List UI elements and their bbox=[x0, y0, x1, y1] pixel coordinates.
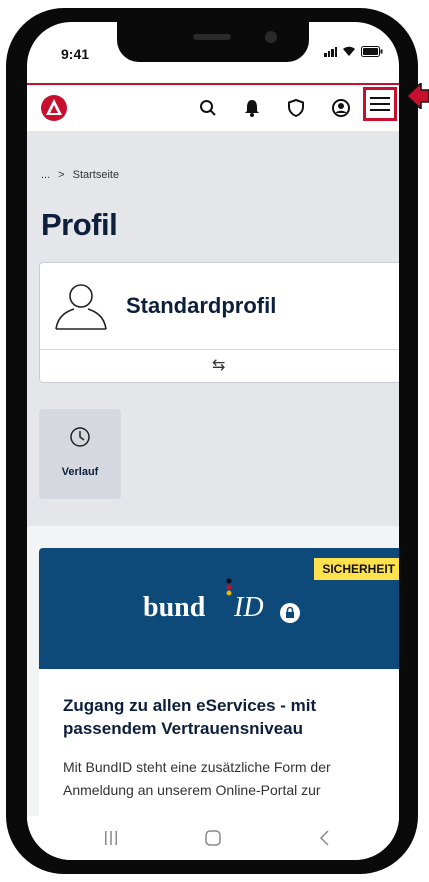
recent-apps-icon[interactable] bbox=[103, 830, 119, 846]
user-outline-icon bbox=[55, 284, 107, 330]
top-navigation bbox=[27, 85, 399, 131]
lock-icon bbox=[280, 603, 300, 623]
breadcrumb: ... > Startseite bbox=[41, 169, 119, 181]
phone-frame: 9:41 ... > Startseite Profil Standardpro… bbox=[6, 8, 418, 874]
switch-profile-button[interactable]: ⇆ bbox=[212, 355, 225, 375]
battery-icon bbox=[361, 46, 383, 57]
bundid-logo-id: ID bbox=[234, 592, 264, 623]
history-label: Verlauf bbox=[61, 466, 99, 478]
status-time: 9:41 bbox=[61, 46, 90, 62]
card-heading: Zugang zu allen eServices - mit passende… bbox=[63, 696, 317, 738]
home-icon[interactable] bbox=[205, 830, 221, 846]
agency-logo[interactable] bbox=[41, 95, 67, 121]
breadcrumb-separator: > bbox=[58, 169, 65, 181]
screen: 9:41 ... > Startseite Profil Standardpro… bbox=[27, 22, 399, 860]
shield-icon[interactable] bbox=[285, 97, 307, 119]
bundid-card[interactable]: SICHERHEIT bund ID Zugang zu allen eServ… bbox=[39, 548, 399, 848]
status-icons bbox=[324, 46, 383, 57]
search-icon[interactable] bbox=[197, 97, 219, 119]
promo-section: SICHERHEIT bund ID Zugang zu allen eServ… bbox=[27, 526, 399, 848]
user-icon[interactable] bbox=[330, 97, 352, 119]
bell-icon[interactable] bbox=[241, 97, 263, 119]
card-body: Mit BundID steht eine zusätzliche Form d… bbox=[63, 759, 331, 798]
category-badge: SICHERHEIT bbox=[314, 558, 399, 580]
history-button[interactable]: Verlauf bbox=[39, 409, 121, 499]
logo-dots-icon bbox=[226, 578, 232, 596]
menu-button[interactable] bbox=[363, 87, 397, 121]
profile-section: ... > Startseite Profil Standardprofil ⇆… bbox=[27, 131, 399, 526]
divider bbox=[40, 349, 399, 350]
camera bbox=[265, 31, 277, 43]
breadcrumb-current[interactable]: Startseite bbox=[73, 169, 119, 181]
pointer-arrow-icon bbox=[407, 83, 429, 109]
profile-card: Standardprofil ⇆ bbox=[39, 262, 399, 383]
profile-name: Standardprofil bbox=[126, 293, 277, 318]
wifi-icon bbox=[343, 46, 355, 56]
speaker bbox=[193, 34, 231, 40]
bundid-banner: SICHERHEIT bund ID bbox=[39, 548, 399, 669]
notch bbox=[117, 22, 309, 62]
page-title: Profil bbox=[41, 207, 118, 242]
android-nav-bar bbox=[27, 816, 399, 860]
bundid-logo-bund: bund bbox=[143, 592, 206, 623]
menu-icon bbox=[370, 97, 390, 111]
back-icon[interactable] bbox=[317, 830, 333, 846]
breadcrumb-ellipsis[interactable]: ... bbox=[41, 169, 50, 181]
signal-icon bbox=[324, 46, 337, 57]
clock-icon bbox=[70, 427, 90, 447]
